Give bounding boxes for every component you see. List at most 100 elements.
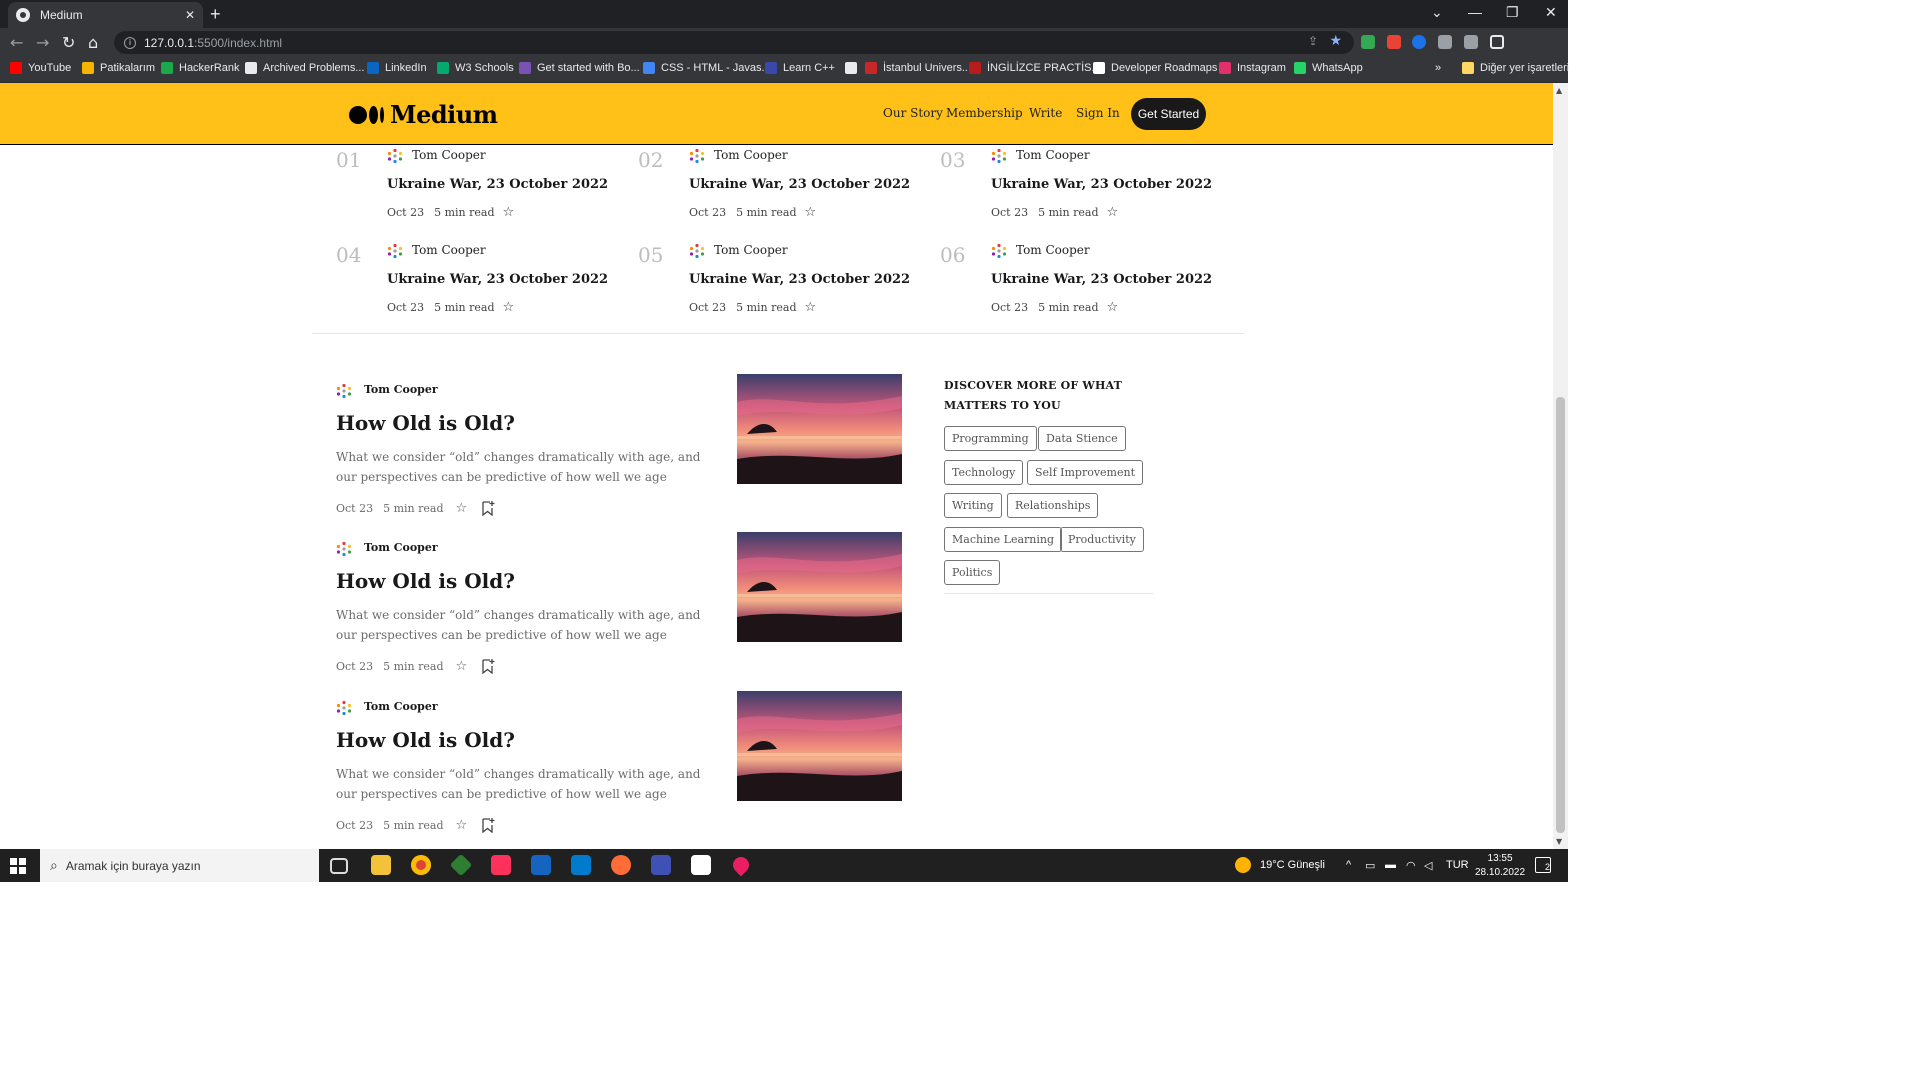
bookmark-item[interactable]: CSS - HTML - Javas... (643, 62, 771, 74)
close-tab-icon[interactable]: ✕ (185, 8, 195, 22)
share-icon[interactable]: ⇪ (1308, 34, 1318, 48)
topic-tag[interactable]: Writing (944, 493, 1002, 518)
browser-tab[interactable]: Medium ✕ (8, 2, 203, 28)
reading-list-icon[interactable] (1464, 35, 1478, 49)
weather-sun-icon[interactable] (1235, 857, 1251, 873)
trending-item[interactable]: 04 Tom Cooper Ukraine War, 23 October 2022… (336, 241, 608, 321)
side-panel-icon[interactable] (1490, 35, 1504, 49)
trending-title[interactable]: Ukraine War, 23 October 2022 (991, 272, 1212, 287)
home-icon[interactable]: ⌂ (88, 33, 98, 52)
address-bar[interactable]: i 127.0.0.1:5500/index.html ⇪ ★ (114, 31, 1354, 54)
medium-logo[interactable]: Medium (349, 100, 498, 129)
wifi-icon[interactable]: ◠ (1406, 859, 1416, 872)
author-avatar-icon[interactable] (689, 243, 705, 259)
battery-icon[interactable]: ▬ (1385, 859, 1396, 871)
article-title[interactable]: How Old is Old? (336, 728, 515, 752)
scrollbar-thumb[interactable] (1556, 397, 1565, 833)
vscode-icon[interactable] (571, 855, 591, 875)
trending-item[interactable]: 01 Tom Cooper Ukraine War, 23 October 2022… (336, 146, 608, 226)
trending-item[interactable]: 05 Tom Cooper Ukraine War, 23 October 2022… (638, 241, 910, 321)
author-avatar-icon[interactable] (336, 383, 352, 399)
save-bookmark-icon[interactable] (481, 500, 495, 517)
trending-author[interactable]: Tom Cooper (412, 148, 486, 162)
author-avatar-icon[interactable] (387, 148, 403, 164)
bookmark-item[interactable]: Instagram (1219, 62, 1286, 74)
gitkraken-icon[interactable] (449, 853, 473, 877)
extension-red-icon[interactable] (1387, 35, 1401, 49)
bookmark-item[interactable]: Learn C++ (765, 62, 835, 74)
taskbar-search-input[interactable]: ⌕ Aramak için buraya yazın (40, 849, 319, 882)
topic-tag[interactable]: Politics (944, 560, 1001, 585)
topic-tag[interactable]: Relationships (1007, 493, 1099, 518)
article-card[interactable]: Tom Cooper How Old is Old? What we conside… (336, 532, 902, 682)
bookmark-item[interactable]: LinkedIn (367, 62, 427, 74)
windows-start-icon[interactable] (10, 858, 26, 874)
article-author[interactable]: Tom Cooper (364, 383, 438, 396)
trending-title[interactable]: Ukraine War, 23 October 2022 (689, 272, 910, 287)
topic-tag[interactable]: Self Improvement (1027, 460, 1143, 485)
trending-author[interactable]: Tom Cooper (714, 243, 788, 257)
trending-title[interactable]: Ukraine War, 23 October 2022 (689, 177, 910, 192)
extensions-puzzle-icon[interactable] (1438, 35, 1452, 49)
article-card[interactable]: Tom Cooper How Old is Old? What we conside… (336, 691, 902, 841)
bookmark-item[interactable]: YouTube (10, 62, 71, 74)
tray-chevron-icon[interactable]: ^ (1346, 859, 1351, 871)
nav-our-story[interactable]: Our Story (883, 106, 943, 120)
article-thumbnail[interactable] (737, 691, 902, 801)
typora-icon[interactable] (691, 855, 711, 875)
bookmark-item[interactable]: Patikalarım (82, 62, 155, 74)
topic-tag[interactable]: Technology (944, 460, 1024, 485)
topic-tag[interactable]: Productivity (1060, 527, 1144, 552)
other-bookmarks-folder[interactable]: Diğer yer işaretleri (1462, 62, 1569, 74)
site-info-icon[interactable]: i (124, 36, 136, 49)
language-indicator[interactable]: TUR (1446, 859, 1469, 871)
trending-title[interactable]: Ukraine War, 23 October 2022 (387, 177, 608, 192)
trending-item[interactable]: 03 Tom Cooper Ukraine War, 23 October 2022… (940, 146, 1212, 226)
postman-icon[interactable] (611, 855, 631, 875)
trending-author[interactable]: Tom Cooper (412, 243, 486, 257)
bookmark-item[interactable]: Archived Problems... (245, 62, 364, 74)
author-avatar-icon[interactable] (336, 541, 352, 557)
trending-title[interactable]: Ukraine War, 23 October 2022 (991, 177, 1212, 192)
bookmarks-more-icon[interactable]: » (1435, 62, 1441, 74)
article-thumbnail[interactable] (737, 532, 902, 642)
trending-author[interactable]: Tom Cooper (1016, 243, 1090, 257)
extension-infinity-icon[interactable] (1412, 35, 1426, 49)
extension-shield-icon[interactable] (1361, 35, 1375, 49)
visual-studio-icon[interactable] (651, 855, 671, 875)
new-tab-button[interactable]: + (210, 4, 221, 25)
restore-icon[interactable]: ❐ (1506, 4, 1519, 21)
author-avatar-icon[interactable] (387, 243, 403, 259)
article-thumbnail[interactable] (737, 374, 902, 484)
author-avatar-icon[interactable] (991, 243, 1007, 259)
bookmark-item[interactable]: İNGİLİZCE PRACTİS... (969, 62, 1101, 74)
bookmark-item[interactable]: Get started with Bo... (519, 62, 640, 74)
nav-membership[interactable]: Membership (946, 106, 1023, 120)
task-view-icon[interactable] (330, 858, 348, 874)
back-icon[interactable]: ← (10, 33, 23, 52)
trending-title[interactable]: Ukraine War, 23 October 2022 (387, 272, 608, 287)
topic-tag[interactable]: Data Stience (1038, 426, 1126, 451)
article-title[interactable]: How Old is Old? (336, 569, 515, 593)
bookmark-item[interactable]: WhatsApp (1294, 62, 1363, 74)
reload-icon[interactable]: ↻ (62, 33, 75, 52)
color-picker-icon[interactable] (729, 853, 753, 877)
scroll-up-icon[interactable]: ▲ (1556, 86, 1562, 95)
chrome-icon[interactable] (411, 855, 431, 875)
bookmark-item[interactable]: W3 Schools (437, 62, 514, 74)
trending-item[interactable]: 06 Tom Cooper Ukraine War, 23 October 2022… (940, 241, 1212, 321)
notification-center-icon[interactable]: 2 (1535, 857, 1551, 873)
trending-item[interactable]: 02 Tom Cooper Ukraine War, 23 October 2022… (638, 146, 910, 226)
page-scrollbar[interactable]: ▲ ▼ (1553, 83, 1568, 849)
author-avatar-icon[interactable] (991, 148, 1007, 164)
article-title[interactable]: How Old is Old? (336, 411, 515, 435)
nav-write[interactable]: Write (1029, 106, 1062, 120)
jetbrains-icon[interactable] (491, 855, 511, 875)
minimize-icon[interactable]: — (1468, 4, 1482, 20)
trending-author[interactable]: Tom Cooper (714, 148, 788, 162)
bookmark-item[interactable] (845, 62, 863, 74)
system-clock[interactable]: 13:55 28.10.2022 (1475, 852, 1525, 880)
network-icon[interactable]: ▭ (1365, 859, 1375, 872)
tab-search-icon[interactable]: ⌄ (1431, 4, 1443, 21)
forward-icon[interactable]: → (36, 33, 49, 52)
